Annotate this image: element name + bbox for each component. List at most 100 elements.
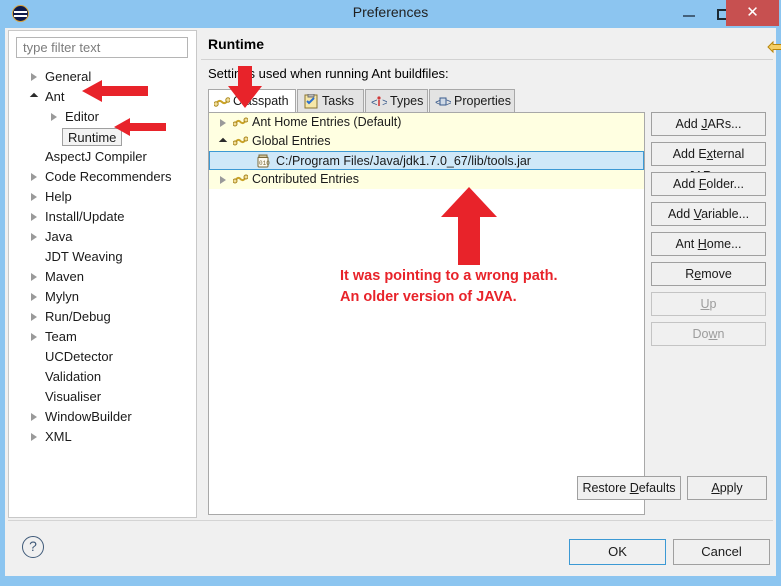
chevron-right-icon[interactable]	[220, 119, 226, 127]
help-icon[interactable]: ?	[22, 536, 44, 558]
sidebar-item-code-recommenders[interactable]: Code Recommenders	[9, 167, 196, 187]
sidebar-item-label: AspectJ Compiler	[45, 149, 147, 164]
search-input[interactable]: type filter text	[23, 40, 100, 55]
sidebar-item-run-debug[interactable]: Run/Debug	[9, 307, 196, 327]
footer-separator	[8, 520, 773, 521]
chevron-right-icon[interactable]	[31, 173, 37, 181]
arrow-pointing-to-classpath	[228, 66, 262, 108]
close-icon: ✕	[746, 4, 759, 21]
tab-properties[interactable]: < > Properties	[429, 89, 515, 112]
button-label: Down	[692, 327, 725, 341]
svg-text:>: >	[382, 98, 387, 109]
back-arrow-icon[interactable]	[767, 40, 781, 54]
add-external-jars-button[interactable]: Add External JARs...	[651, 142, 766, 183]
ok-button[interactable]: OK	[569, 539, 666, 565]
sidebar-item-install-update[interactable]: Install/Update	[9, 207, 196, 227]
classpath-tree-panel[interactable]: Ant Home Entries (Default) Global Entries…	[208, 112, 645, 515]
chevron-right-icon[interactable]	[31, 433, 37, 441]
title-bar: Preferences ✕	[0, 0, 781, 28]
sidebar-item-mylyn[interactable]: Mylyn	[9, 287, 196, 307]
restore-defaults-button[interactable]: Restore Defaults	[577, 476, 681, 500]
chevron-right-icon[interactable]	[31, 193, 37, 201]
svg-text:<: <	[371, 98, 378, 109]
chevron-right-icon[interactable]	[31, 73, 37, 81]
annotation-line-1: It was pointing to a wrong path.	[340, 268, 558, 284]
sidebar-item-jdt-weaving[interactable]: JDT Weaving	[9, 247, 196, 267]
sidebar-item-label: Team	[45, 329, 77, 344]
sidebar-item-xml[interactable]: XML	[9, 427, 196, 447]
arrow-pointing-to-jar-path	[441, 187, 497, 265]
sidebar-item-editor[interactable]: Editor	[9, 107, 196, 127]
chevron-right-icon[interactable]	[31, 273, 37, 281]
sidebar-item-label: Java	[45, 229, 73, 244]
classpath-tree[interactable]: Ant Home Entries (Default) Global Entries…	[209, 113, 644, 189]
chevron-right-icon[interactable]	[31, 333, 37, 341]
sidebar-item-windowbuilder[interactable]: WindowBuilder	[9, 407, 196, 427]
chevron-right-icon[interactable]	[31, 213, 37, 221]
button-label: Ant Home...	[675, 237, 742, 251]
preferences-window: Preferences ✕ type filter text General An…	[0, 0, 781, 586]
add-folder-button[interactable]: Add Folder...	[651, 172, 766, 196]
svg-text:>: >	[446, 98, 451, 109]
chevron-right-icon[interactable]	[31, 293, 37, 301]
sidebar-item-label: JDT Weaving	[45, 249, 123, 264]
sidebar-item-label: Editor	[65, 109, 99, 124]
chevron-right-icon[interactable]	[220, 176, 226, 184]
sidebar-item-label: Maven	[45, 269, 85, 284]
button-label: Remove	[685, 267, 732, 281]
sidebar-item-runtime[interactable]: Runtime	[9, 127, 196, 147]
chevron-right-icon[interactable]	[51, 113, 57, 121]
sidebar-item-team[interactable]: Team	[9, 327, 196, 347]
minimize-button[interactable]	[672, 0, 706, 28]
classpath-row[interactable]: Ant Home Entries (Default)	[209, 113, 644, 132]
window-title: Preferences	[352, 4, 429, 20]
preferences-tree[interactable]: General Ant Editor Runtime AspectJ Compiler C…	[9, 67, 196, 447]
restore-defaults-label: Restore Defaults	[582, 481, 676, 495]
classpath-row-label: C:/Program Files/Java/jdk1.7.0_67/lib/to…	[276, 154, 531, 168]
sidebar-item-label: Code Recommenders	[45, 169, 172, 184]
sidebar-item-java[interactable]: Java	[9, 227, 196, 247]
button-label: Add JARs...	[675, 117, 742, 131]
preferences-tree-panel: type filter text General Ant Editor Runtime…	[8, 30, 197, 518]
sidebar-item-label: WindowBuilder	[45, 409, 132, 424]
tab-types[interactable]: < > Types	[365, 89, 428, 112]
sidebar-item-validation[interactable]: Validation	[9, 367, 196, 387]
add-jars-button[interactable]: Add JARs...	[651, 112, 766, 136]
page-title: Runtime	[208, 36, 264, 52]
apply-label: Apply	[711, 481, 743, 495]
classpath-row-label: Global Entries	[252, 134, 331, 148]
sidebar-item-help[interactable]: Help	[9, 187, 196, 207]
chevron-down-icon[interactable]	[218, 137, 228, 147]
sidebar-item-aspectj-compiler[interactable]: AspectJ Compiler	[9, 147, 196, 167]
tab-label: Properties	[454, 94, 511, 108]
chevron-right-icon[interactable]	[31, 413, 37, 421]
annotation-line-2: An older version of JAVA.	[340, 289, 517, 305]
sidebar-item-maven[interactable]: Maven	[9, 267, 196, 287]
sidebar-item-ucdetector[interactable]: UCDetector	[9, 347, 196, 367]
svg-text:010: 010	[259, 160, 270, 167]
sidebar-item-visualiser[interactable]: Visualiser	[9, 387, 196, 407]
chevron-down-icon[interactable]	[29, 92, 39, 102]
classpath-row-label: Contributed Entries	[252, 172, 360, 186]
tab-label: Tasks	[322, 94, 354, 108]
button-label: Add Folder...	[673, 177, 744, 191]
apply-button[interactable]: Apply	[687, 476, 767, 500]
classpath-row[interactable]: Contributed Entries	[209, 170, 644, 189]
sidebar-item-label: XML	[45, 429, 72, 444]
cancel-button[interactable]: Cancel	[673, 539, 770, 565]
chevron-right-icon[interactable]	[31, 313, 37, 321]
classpath-row[interactable]: 010 C:/Program Files/Java/jdk1.7.0_67/lib…	[209, 151, 644, 170]
close-button[interactable]: ✕	[726, 0, 779, 26]
properties-icon: < >	[435, 94, 453, 110]
button-label: Up	[700, 297, 717, 311]
add-variable-button[interactable]: Add Variable...	[651, 202, 766, 226]
remove-button[interactable]: Remove	[651, 262, 766, 286]
chevron-right-icon[interactable]	[31, 233, 37, 241]
tab-tasks[interactable]: Tasks	[297, 89, 364, 112]
filter-input-wrapper[interactable]: type filter text	[16, 37, 188, 58]
classpath-group-icon	[232, 172, 249, 192]
arrow-pointing-to-ant	[82, 80, 148, 102]
sidebar-item-label: Visualiser	[45, 389, 102, 404]
ant-home-button[interactable]: Ant Home...	[651, 232, 766, 256]
classpath-row[interactable]: Global Entries	[209, 132, 644, 151]
